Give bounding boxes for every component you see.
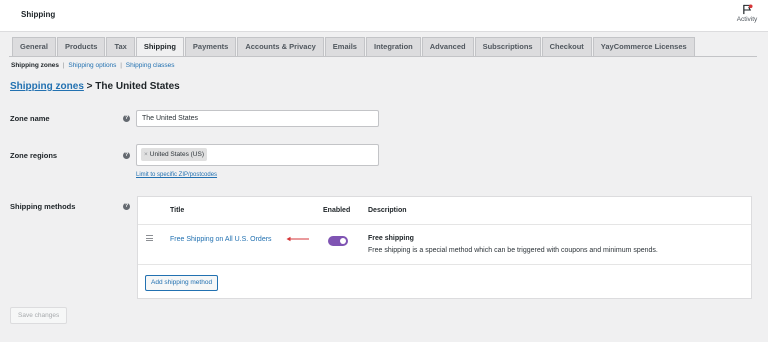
breadcrumb: Shipping zones > The United States [10,81,180,92]
shipping-methods-table: Title Enabled Description Free Shipping … [137,196,752,299]
arrow-left-icon [286,236,309,242]
tab-products[interactable]: Products [56,37,106,56]
flag-icon [742,4,753,15]
breadcrumb-shipping-zones-link[interactable]: Shipping zones [10,81,84,92]
subnav-shipping-classes[interactable]: Shipping classes [126,62,175,69]
settings-tabs: General Products Tax Shipping Payments A… [12,37,696,57]
method-description-title: Free shipping [368,235,414,242]
zone-name-input[interactable]: The United States [136,110,379,127]
limit-postcodes-link[interactable]: Limit to specific ZIP/postcodes [136,172,217,178]
tabs-divider [9,56,757,57]
activity-button[interactable]: Activity [734,4,760,23]
help-icon[interactable]: ? [123,203,130,210]
tab-yaycommerce-licenses[interactable]: YayCommerce Licenses [592,37,695,56]
toggle-knob [340,238,346,244]
help-icon[interactable]: ? [123,115,130,122]
activity-label: Activity [736,16,758,23]
zone-regions-select[interactable]: × United States (US) [136,144,379,166]
column-title: Title [170,207,185,214]
zone-name-label: Zone name [10,114,50,123]
shipping-subnav: Shipping zones | Shipping options | Ship… [11,62,175,69]
method-title-link[interactable]: Free Shipping on All U.S. Orders [170,236,272,243]
tab-advanced[interactable]: Advanced [421,37,474,56]
tab-payments[interactable]: Payments [184,37,237,56]
tab-checkout[interactable]: Checkout [541,37,592,56]
region-chip: × United States (US) [141,148,207,161]
tab-emails[interactable]: Emails [324,37,365,56]
drag-handle-icon[interactable] [146,235,153,243]
table-row: Free Shipping on All U.S. Orders Free sh… [138,225,751,265]
table-header: Title Enabled Description [138,197,751,225]
subnav-separator: | [62,62,65,69]
region-chip-label: United States (US) [149,151,204,158]
subnav-shipping-zones: Shipping zones [11,62,60,69]
zone-regions-label: Zone regions [10,151,58,160]
column-description: Description [368,207,407,214]
tab-integration[interactable]: Integration [365,37,421,56]
top-bar: Shipping Activity [0,0,768,32]
tab-general[interactable]: General [12,37,56,56]
method-enabled-toggle[interactable] [328,236,348,246]
subnav-separator: | [120,62,122,69]
help-icon[interactable]: ? [123,152,130,159]
save-changes-button[interactable]: Save changes [10,307,68,324]
remove-chip-icon[interactable]: × [144,151,148,158]
breadcrumb-current: > The United States [83,81,180,92]
tab-tax[interactable]: Tax [106,37,135,56]
method-description-text: Free shipping is a special method which … [368,247,658,254]
shipping-methods-label: Shipping methods [10,202,76,211]
tab-shipping[interactable]: Shipping [135,37,184,57]
add-shipping-method-button[interactable]: Add shipping method [145,275,219,291]
tab-accounts-privacy[interactable]: Accounts & Privacy [237,37,324,56]
column-enabled: Enabled [323,207,351,214]
subnav-shipping-options[interactable]: Shipping options [68,62,116,69]
page-title: Shipping [21,10,56,19]
tab-subscriptions[interactable]: Subscriptions [474,37,541,56]
